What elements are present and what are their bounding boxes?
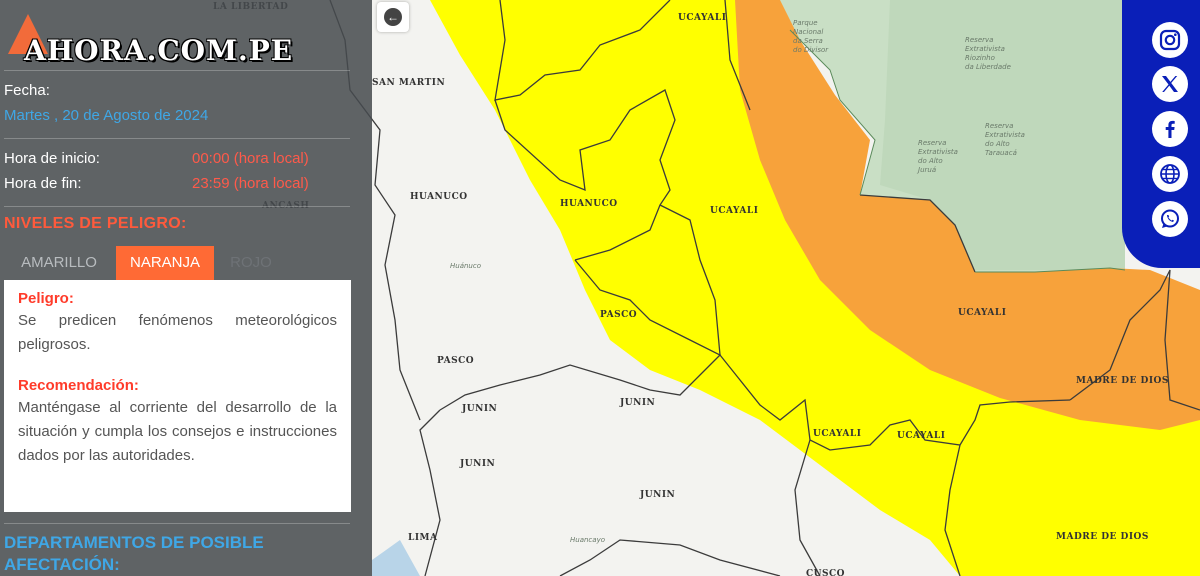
back-button[interactable]: ← <box>377 2 409 32</box>
svg-text:Parque: Parque <box>793 19 818 27</box>
svg-text:SAN MARTIN: SAN MARTIN <box>372 78 445 88</box>
svg-text:da Serra: da Serra <box>793 37 823 45</box>
hora-inicio-value: 00:00 (hora local) <box>192 150 309 167</box>
recomendacion-title: Recomendación: <box>18 377 139 394</box>
svg-text:JUNIN: JUNIN <box>639 490 675 500</box>
svg-text:da Liberdade: da Liberdade <box>965 63 1011 71</box>
svg-text:Extrativista: Extrativista <box>985 131 1025 139</box>
tab-amarillo[interactable]: AMARILLO <box>8 246 110 280</box>
svg-text:do Alto: do Alto <box>918 157 943 165</box>
hora-fin-label: Hora de fin: <box>4 175 82 192</box>
peligro-title: Peligro: <box>18 290 74 307</box>
tab-naranja[interactable]: NARANJA <box>116 246 214 280</box>
svg-text:UCAYALI: UCAYALI <box>710 206 758 216</box>
svg-text:CUSCO: CUSCO <box>806 569 845 576</box>
svg-text:PASCO: PASCO <box>437 356 474 366</box>
svg-text:do Alto: do Alto <box>985 140 1010 148</box>
svg-text:Extrativista: Extrativista <box>918 148 958 156</box>
facebook-icon[interactable] <box>1152 111 1188 147</box>
svg-text:Juruá: Juruá <box>916 166 936 174</box>
svg-text:UCAYALI: UCAYALI <box>813 429 861 439</box>
tab-rojo[interactable]: ROJO <box>226 246 276 280</box>
logo-text: AHORA.COM.PE <box>24 34 294 67</box>
ahora-logo[interactable]: AHORA.COM.PE <box>4 10 304 67</box>
level-detail-card: Peligro: Se predicen fenómenos meteoroló… <box>4 280 351 512</box>
arrow-left-icon: ← <box>384 8 402 26</box>
recomendacion-text: Manténgase al corriente del desarrollo d… <box>18 399 337 464</box>
svg-text:JUNIN: JUNIN <box>459 459 495 469</box>
svg-text:HUANUCO: HUANUCO <box>410 192 468 202</box>
svg-text:MADRE DE DIOS: MADRE DE DIOS <box>1056 532 1149 542</box>
divider <box>4 206 350 207</box>
x-icon[interactable] <box>1152 66 1188 102</box>
svg-text:Nacional: Nacional <box>793 28 823 36</box>
niveles-title: NIVELES DE PELIGRO: <box>4 215 187 232</box>
svg-text:UCAYALI: UCAYALI <box>958 308 1006 318</box>
svg-text:Tarauacá: Tarauacá <box>985 149 1017 157</box>
divider <box>4 70 350 71</box>
svg-text:Extrativista: Extrativista <box>965 45 1005 53</box>
social-bar <box>1122 0 1200 268</box>
departamentos-title: DEPARTAMENTOS DE POSIBLE AFECTACIÓN: <box>4 533 264 574</box>
hora-inicio-label: Hora de inicio: <box>4 150 100 167</box>
instagram-icon[interactable] <box>1152 22 1188 58</box>
svg-text:MADRE DE DIOS: MADRE DE DIOS <box>1076 376 1169 386</box>
svg-text:Reserva: Reserva <box>965 36 993 44</box>
svg-text:do Divisor: do Divisor <box>793 46 829 54</box>
svg-text:LIMA: LIMA <box>408 533 438 543</box>
svg-text:PASCO: PASCO <box>600 310 637 320</box>
divider <box>4 138 350 139</box>
whatsapp-icon[interactable] <box>1152 201 1188 237</box>
web-icon[interactable] <box>1152 156 1188 192</box>
divider <box>4 523 350 524</box>
svg-text:UCAYALI: UCAYALI <box>678 13 726 23</box>
hora-fin-value: 23:59 (hora local) <box>192 175 309 192</box>
peligro-text: Se predicen fenómenos meteorológicos pel… <box>18 312 337 353</box>
svg-text:UCAYALI: UCAYALI <box>897 431 945 441</box>
svg-text:Huancayo: Huancayo <box>570 536 605 544</box>
svg-text:Huánuco: Huánuco <box>450 262 481 270</box>
svg-text:JUNIN: JUNIN <box>619 398 655 408</box>
level-tabs: AMARILLO NARANJA ROJO <box>4 246 350 280</box>
svg-text:Riozinho: Riozinho <box>965 54 995 62</box>
svg-text:Reserva: Reserva <box>985 122 1013 130</box>
fecha-label: Fecha: <box>4 82 50 99</box>
fecha-value: Martes , 20 de Agosto de 2024 <box>4 107 209 124</box>
alert-info-panel: AHORA.COM.PE Fecha: Martes , 20 de Agost… <box>0 0 372 576</box>
svg-text:HUANUCO: HUANUCO <box>560 199 618 209</box>
svg-text:JUNIN: JUNIN <box>461 404 497 414</box>
svg-text:Reserva: Reserva <box>918 139 946 147</box>
